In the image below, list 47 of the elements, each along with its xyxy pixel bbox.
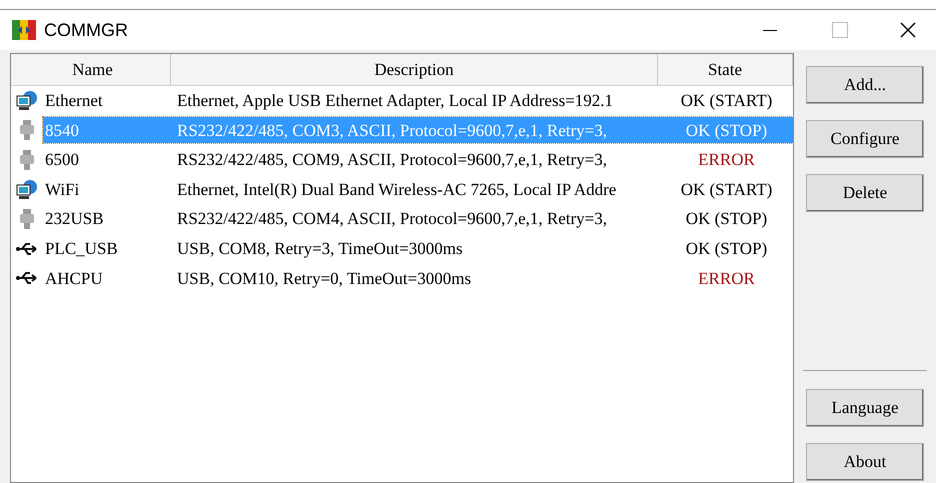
dialog-button[interactable]: Configure xyxy=(806,120,924,158)
table-cell-text: RS232/422/485, COM3, ASCII, Protocol=9600,7,e,1, Retry=3, xyxy=(176,120,608,142)
table-cell-text: OK (STOP) xyxy=(684,120,768,142)
usb-icon xyxy=(16,271,38,286)
table-cell-text: AHCPU xyxy=(44,268,104,290)
connector-icon xyxy=(20,120,34,140)
table-cell-text: 232USB xyxy=(44,208,105,230)
dialog-button[interactable]: Add... xyxy=(806,66,924,104)
table-cell-text: USB, COM8, Retry=3, TimeOut=3000ms xyxy=(176,238,464,260)
computer-globe-icon xyxy=(16,180,38,200)
window-title: COMMGR xyxy=(44,18,128,42)
column-header[interactable]: Description xyxy=(171,54,658,85)
table-cell-text: Ethernet, Intel(R) Dual Band Wireless-AC 7265, Local IP Addre xyxy=(176,178,618,201)
table-cell-text: WiFi xyxy=(44,178,80,201)
table-cell-text: PLC_USB xyxy=(44,238,119,260)
device-row[interactable]: 232USB RS232/422/485, COM4, ASCII, Protocol=9600,7,e,1, Retry=3, OK (STOP) xyxy=(43,206,793,232)
dialog-button[interactable]: Delete xyxy=(806,174,924,212)
table-cell-text: Ethernet, Apple USB Ethernet Adapter, Local IP Address=192.1 xyxy=(176,90,614,112)
device-row[interactable]: WiFi Ethernet, Intel(R) Dual Band Wireless-AC 7265, Local IP Addre OK (START) xyxy=(43,176,793,203)
table-cell-text: OK (STOP) xyxy=(684,238,768,260)
close-icon xyxy=(900,22,916,38)
table-cell-text: ERROR xyxy=(697,268,756,290)
table-cell-text: USB, COM10, Retry=0, TimeOut=3000ms xyxy=(176,268,472,290)
table-cell-text: 6500 xyxy=(44,149,80,172)
table-cell-text: 8540 xyxy=(44,120,80,142)
table-cell-text: ERROR xyxy=(697,149,756,172)
column-header[interactable]: State xyxy=(658,54,793,85)
device-row[interactable]: AHCPU USB, COM10, Retry=0, TimeOut=3000ms ERROR xyxy=(43,265,793,292)
table-cell-text: RS232/422/485, COM9, ASCII, Protocol=9600,7,e,1, Retry=3, xyxy=(176,149,608,172)
device-row[interactable]: Ethernet Ethernet, Apple USB Ethernet Adapter, Local IP Address=192.1 OK (START) xyxy=(43,88,793,114)
usb-icon xyxy=(16,242,38,256)
table-cell-text: RS232/422/485, COM4, ASCII, Protocol=9600,7,e,1, Retry=3, xyxy=(176,208,608,230)
connector-icon xyxy=(20,150,34,170)
maximize-icon xyxy=(832,22,848,38)
app-icon xyxy=(12,20,36,40)
table-cell-text: Ethernet xyxy=(44,90,104,112)
table-cell-text: OK (START) xyxy=(680,90,774,112)
dialog-button[interactable]: Language xyxy=(806,389,924,427)
device-row[interactable]: 6500 RS232/422/485, COM9, ASCII, Protocol=9600,7,e,1, Retry=3, ERROR xyxy=(43,146,793,173)
column-header[interactable]: Name xyxy=(11,54,171,85)
table-cell-text: OK (START) xyxy=(680,178,774,201)
minimize-icon xyxy=(763,29,777,31)
device-row[interactable]: PLC_USB USB, COM8, Retry=3, TimeOut=3000ms OK (STOP) xyxy=(43,236,793,262)
dialog-button[interactable]: About xyxy=(806,443,924,481)
table-cell-text: OK (STOP) xyxy=(684,208,768,230)
connector-icon xyxy=(20,209,34,230)
computer-globe-icon xyxy=(16,90,38,111)
